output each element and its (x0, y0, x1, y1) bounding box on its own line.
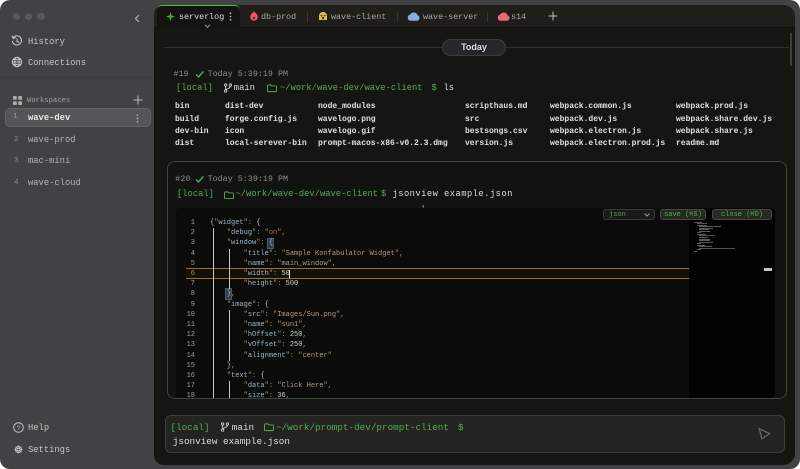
svg-text:?: ? (17, 425, 21, 432)
